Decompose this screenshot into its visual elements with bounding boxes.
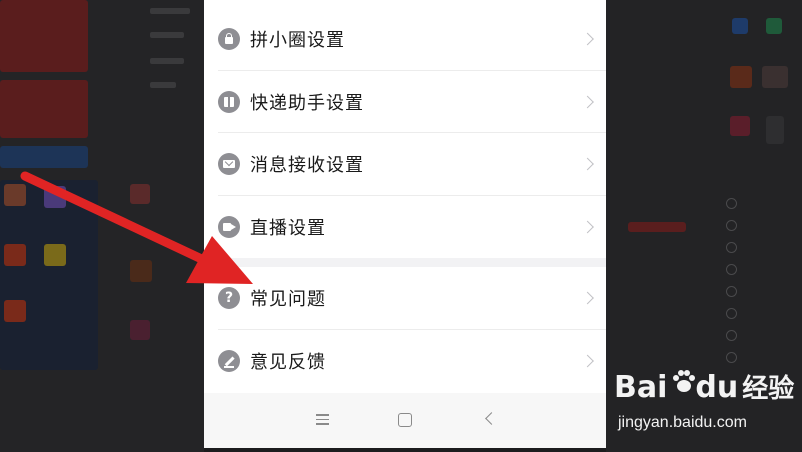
background-tile-blue (0, 146, 88, 168)
watermark-logo-cn: 经验 (742, 374, 795, 404)
background-text-line (150, 58, 184, 64)
setting-label: 直播设置 (250, 218, 326, 239)
background-panel (0, 180, 98, 370)
background-radio (726, 352, 737, 363)
background-app-icon (4, 300, 26, 322)
background-product-thumb (130, 260, 152, 282)
background-radio (726, 220, 737, 231)
feedback-pen-icon (218, 350, 240, 372)
settings-sheet: 拼小圈设置 快递助手设置 消息接收设置 直播设置 ? 常见问题 意见反馈 (204, 0, 606, 448)
chevron-right-icon (581, 32, 594, 46)
watermark-logo: Bai du 经验 (614, 368, 794, 405)
background-tile-red (0, 0, 88, 72)
setting-row-faq[interactable]: ? 常见问题 (204, 267, 606, 329)
background-badge (628, 222, 686, 232)
setting-label: 快递助手设置 (250, 93, 364, 114)
background-app-icon (4, 244, 26, 266)
background-radio (726, 286, 737, 297)
background-app-icon (44, 186, 66, 208)
baidu-paw-icon (673, 370, 695, 392)
background-app-icon (44, 244, 66, 266)
background-app-icon (4, 184, 26, 206)
watermark-url: jingyan.baidu.com (618, 414, 747, 431)
background-text-line (150, 8, 190, 14)
setting-label: 拼小圈设置 (250, 30, 345, 51)
background-product-thumb (762, 66, 788, 88)
setting-row-feedback[interactable]: 意见反馈 (204, 330, 606, 392)
setting-label: 常见问题 (250, 289, 326, 310)
background-tile-red (0, 80, 88, 138)
chevron-right-icon (581, 354, 594, 368)
background-radio (726, 198, 737, 209)
chevron-right-icon (581, 157, 594, 171)
section-gap (204, 258, 606, 267)
question-icon: ? (218, 287, 240, 309)
background-product-thumb (730, 66, 752, 88)
chevron-right-icon (581, 220, 594, 234)
home-icon[interactable] (398, 413, 412, 427)
background-app-icon (732, 18, 748, 34)
watermark-logo-bai: Bai (614, 370, 668, 405)
live-camera-icon (218, 216, 240, 238)
watermark-logo-du: du (695, 370, 739, 405)
background-app-left (0, 0, 204, 452)
package-icon (218, 91, 240, 113)
lock-icon (218, 28, 240, 50)
baidu-jingyan-watermark: Bai du 经验 jingyan.baidu.com (614, 368, 800, 448)
background-radio (726, 330, 737, 341)
background-product-thumb (130, 320, 150, 340)
back-icon[interactable] (485, 412, 498, 425)
background-product-thumb (730, 116, 750, 136)
setting-row-live[interactable]: 直播设置 (204, 196, 606, 258)
background-text-line (150, 82, 176, 88)
background-radio (726, 264, 737, 275)
background-radio (726, 242, 737, 253)
setting-row-circle[interactable]: 拼小圈设置 (204, 8, 606, 70)
background-product-thumb (130, 184, 150, 204)
message-icon (218, 153, 240, 175)
system-nav-bar (204, 393, 606, 448)
setting-row-messages[interactable]: 消息接收设置 (204, 133, 606, 195)
background-app-icon (766, 18, 782, 34)
chevron-right-icon (581, 95, 594, 109)
background-product-thumb (766, 116, 784, 144)
setting-label: 意见反馈 (250, 352, 326, 373)
setting-label: 消息接收设置 (250, 155, 364, 176)
background-radio (726, 308, 737, 319)
setting-row-express[interactable]: 快递助手设置 (204, 71, 606, 133)
background-text-line (150, 32, 184, 38)
chevron-right-icon (581, 291, 594, 305)
menu-icon[interactable] (316, 414, 329, 425)
